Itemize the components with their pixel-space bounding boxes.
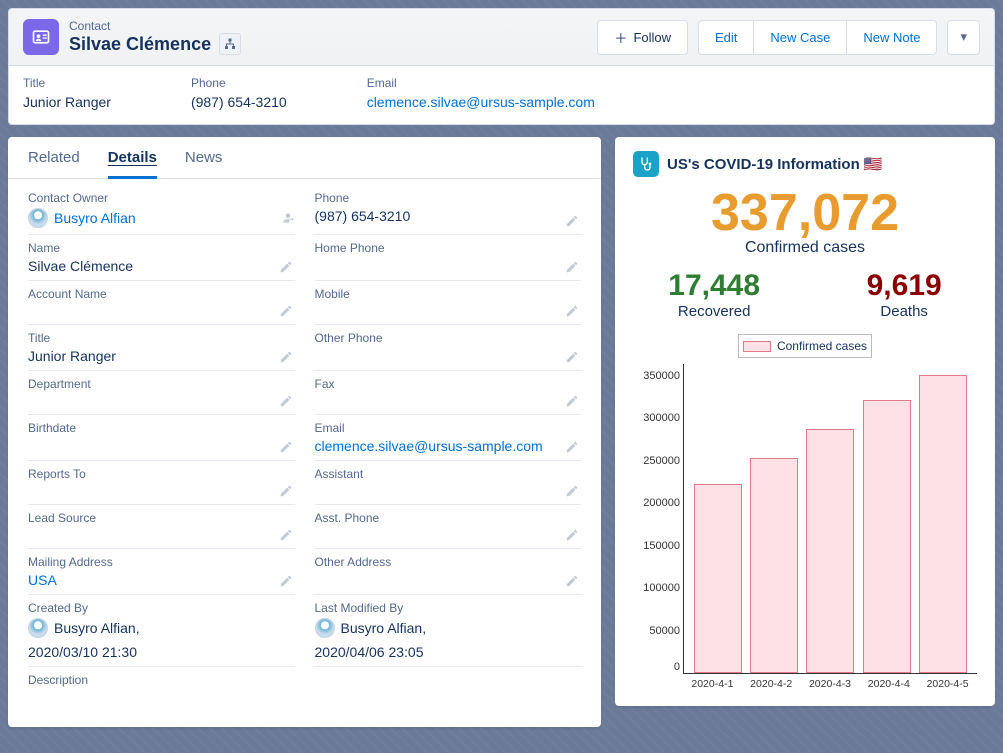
edit-icon[interactable] bbox=[565, 260, 579, 274]
chart-legend: Confirmed cases bbox=[738, 334, 872, 358]
avatar-icon bbox=[28, 618, 48, 638]
chart-bar bbox=[694, 484, 742, 673]
contact-owner-link[interactable]: Busyro Alfian bbox=[54, 210, 136, 226]
edit-icon[interactable] bbox=[565, 214, 579, 228]
field-phone: Phone (987) 654-3210 bbox=[315, 185, 582, 235]
edit-icon[interactable] bbox=[565, 528, 579, 542]
field-assistant: Assistant bbox=[315, 461, 582, 505]
hl-title-value: Junior Ranger bbox=[23, 94, 111, 110]
chart-x-axis: 2020-4-12020-4-22020-4-32020-4-42020-4-5 bbox=[683, 674, 977, 690]
edit-icon[interactable] bbox=[565, 394, 579, 408]
new-note-button[interactable]: New Note bbox=[846, 20, 937, 55]
field-other-address: Other Address bbox=[315, 549, 582, 595]
chart-bar bbox=[863, 400, 911, 673]
action-bar: ＋ Follow Edit New Case New Note ▾ bbox=[597, 20, 980, 55]
email-link[interactable]: clemence.silvae@ursus-sample.com bbox=[315, 438, 543, 454]
new-case-button[interactable]: New Case bbox=[753, 20, 847, 55]
mailing-address-link[interactable]: USA bbox=[28, 572, 57, 588]
covid-widget: US's COVID-19 Information 🇺🇸 337,072 Con… bbox=[615, 137, 995, 706]
created-by-date: 2020/03/10 21:30 bbox=[28, 644, 295, 660]
record-header: Contact Silvae Clémence ＋ Follow Edit Ne… bbox=[8, 8, 995, 125]
edit-icon[interactable] bbox=[565, 440, 579, 454]
tab-details[interactable]: Details bbox=[108, 149, 157, 179]
avatar-icon bbox=[28, 208, 48, 228]
field-last-modified-by: Last Modified By Busyro Alfian, 2020/04/… bbox=[315, 595, 582, 667]
stethoscope-icon bbox=[633, 151, 659, 177]
contact-icon bbox=[23, 19, 59, 55]
record-name: Silvae Clémence bbox=[69, 34, 211, 55]
edit-icon[interactable] bbox=[279, 304, 293, 318]
edit-icon[interactable] bbox=[565, 484, 579, 498]
widget-title: US's COVID-19 Information 🇺🇸 bbox=[667, 155, 883, 173]
last-modified-by-date: 2020/04/06 23:05 bbox=[315, 644, 582, 660]
chart-bar bbox=[919, 375, 967, 673]
hierarchy-icon[interactable] bbox=[219, 33, 241, 55]
created-by-link[interactable]: Busyro Alfian bbox=[54, 620, 136, 636]
plus-icon: ＋ bbox=[614, 28, 627, 47]
object-label: Contact bbox=[69, 19, 241, 33]
tab-bar: Related Details News bbox=[8, 137, 601, 179]
field-asst-phone: Asst. Phone bbox=[315, 505, 582, 549]
tab-news[interactable]: News bbox=[185, 149, 223, 178]
hl-phone-value: (987) 654-3210 bbox=[191, 94, 287, 110]
field-reports-to: Reports To bbox=[28, 461, 295, 505]
field-mailing-address: Mailing Address USA bbox=[28, 549, 295, 595]
edit-icon[interactable] bbox=[565, 350, 579, 364]
field-name: Name Silvae Clémence bbox=[28, 235, 295, 281]
edit-icon[interactable] bbox=[279, 484, 293, 498]
chart-bars bbox=[684, 364, 977, 673]
legend-label: Confirmed cases bbox=[777, 339, 867, 353]
field-fax: Fax bbox=[315, 371, 582, 415]
field-home-phone: Home Phone bbox=[315, 235, 582, 281]
field-birthdate: Birthdate bbox=[28, 415, 295, 461]
edit-icon[interactable] bbox=[279, 394, 293, 408]
edit-icon[interactable] bbox=[279, 260, 293, 274]
field-created-by: Created By Busyro Alfian, 2020/03/10 21:… bbox=[28, 595, 295, 667]
edit-icon[interactable] bbox=[279, 528, 293, 542]
field-email: Email clemence.silvae@ursus-sample.com bbox=[315, 415, 582, 461]
highlights-panel: Title Junior Ranger Phone (987) 654-3210… bbox=[9, 65, 994, 124]
field-title: Title Junior Ranger bbox=[28, 325, 295, 371]
more-actions-button[interactable]: ▾ bbox=[947, 20, 980, 55]
chart-y-axis: 3500003000002500002000001500001000005000… bbox=[628, 364, 680, 673]
chart-bar bbox=[750, 458, 798, 673]
hl-email-value[interactable]: clemence.silvae@ursus-sample.com bbox=[367, 94, 595, 110]
edit-icon[interactable] bbox=[279, 574, 293, 588]
field-lead-source: Lead Source bbox=[28, 505, 295, 549]
avatar-icon bbox=[315, 618, 335, 638]
edit-icon[interactable] bbox=[279, 350, 293, 364]
hl-phone-label: Phone bbox=[191, 76, 287, 90]
deaths-label: Deaths bbox=[867, 303, 942, 320]
hl-title-label: Title bbox=[23, 76, 111, 90]
details-card: Related Details News Contact Owner Busyr… bbox=[8, 137, 601, 727]
edit-button[interactable]: Edit bbox=[698, 20, 754, 55]
field-account-name: Account Name bbox=[28, 281, 295, 325]
field-mobile: Mobile bbox=[315, 281, 582, 325]
recovered-label: Recovered bbox=[668, 303, 760, 320]
legend-swatch bbox=[743, 341, 771, 352]
field-description: Description bbox=[28, 667, 581, 711]
deaths-value: 9,619 bbox=[867, 269, 942, 303]
bar-chart: Confirmed cases 350000300000250000200000… bbox=[615, 334, 995, 706]
last-modified-by-link[interactable]: Busyro Alfian bbox=[341, 620, 423, 636]
tab-related[interactable]: Related bbox=[28, 149, 80, 178]
chevron-down-icon: ▾ bbox=[960, 29, 967, 44]
confirmed-cases-label: Confirmed cases bbox=[615, 239, 995, 257]
confirmed-cases-value: 337,072 bbox=[615, 183, 995, 243]
field-contact-owner: Contact Owner Busyro Alfian bbox=[28, 185, 295, 235]
edit-icon[interactable] bbox=[565, 574, 579, 588]
chart-bar bbox=[806, 429, 854, 673]
edit-icon[interactable] bbox=[279, 440, 293, 454]
edit-icon[interactable] bbox=[565, 304, 579, 318]
change-owner-icon[interactable] bbox=[281, 211, 295, 225]
field-department: Department bbox=[28, 371, 295, 415]
hl-email-label: Email bbox=[367, 76, 595, 90]
field-other-phone: Other Phone bbox=[315, 325, 582, 371]
recovered-value: 17,448 bbox=[668, 269, 760, 303]
follow-button[interactable]: ＋ Follow bbox=[597, 20, 688, 55]
